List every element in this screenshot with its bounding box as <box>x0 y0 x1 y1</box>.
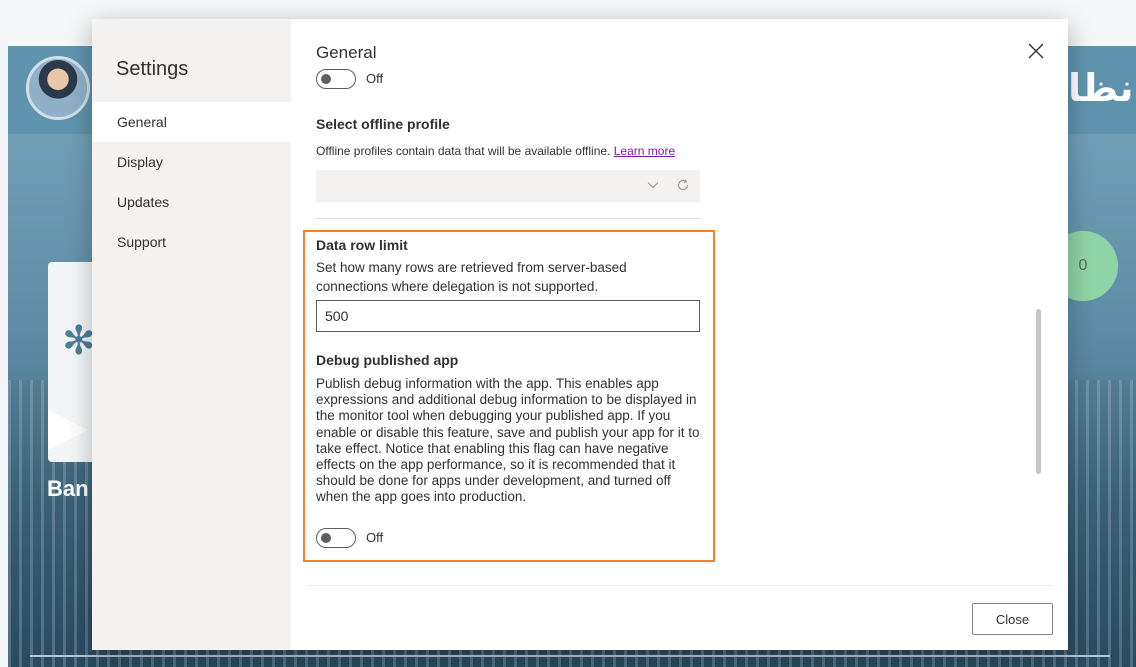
settings-content: General Off Select offline profile Offli… <box>291 19 1068 585</box>
offline-profile-description-text: Offline profiles contain data that will … <box>316 144 611 158</box>
sidebar-item-updates[interactable]: Updates <box>92 182 291 222</box>
sidebar-item-general[interactable]: General <box>92 102 291 142</box>
offline-profile-description: Offline profiles contain data that will … <box>316 144 675 158</box>
sidebar-item-support[interactable]: Support <box>92 222 291 262</box>
chevron-down-icon <box>647 182 659 189</box>
toggle-knob <box>321 533 331 543</box>
debug-toggle[interactable] <box>316 528 356 548</box>
play-icon <box>48 410 88 450</box>
avatar <box>26 56 90 120</box>
footer-divider <box>308 585 1052 586</box>
background-divider <box>30 655 1110 657</box>
offline-profile-select[interactable] <box>316 170 700 202</box>
settings-dialog: Settings General Display Updates Support… <box>92 19 1068 650</box>
toggle-knob <box>321 74 331 84</box>
data-row-limit-title: Data row limit <box>316 237 408 253</box>
page-title: General <box>316 43 377 62</box>
sidebar-item-display[interactable]: Display <box>92 142 291 182</box>
refresh-icon[interactable] <box>676 178 690 192</box>
top-toggle-label: Off <box>366 71 384 86</box>
settings-sidebar: Settings General Display Updates Support <box>92 19 291 650</box>
offline-profile-title: Select offline profile <box>316 116 450 132</box>
close-icon[interactable] <box>1026 41 1046 61</box>
top-toggle[interactable] <box>316 69 356 89</box>
section-divider <box>316 218 700 219</box>
data-row-limit-input[interactable] <box>316 300 700 332</box>
close-button[interactable]: Close <box>972 603 1053 635</box>
palm-logo-icon: ✻ <box>62 319 96 363</box>
background-app-title: نظا <box>1068 68 1134 110</box>
learn-more-link[interactable]: Learn more <box>614 144 675 158</box>
debug-published-app-description: Publish debug information with the app. … <box>316 376 700 505</box>
settings-title: Settings <box>116 58 189 80</box>
debug-published-app-title: Debug published app <box>316 352 459 368</box>
debug-toggle-label: Off <box>366 530 384 545</box>
data-row-limit-description: Set how many rows are retrieved from ser… <box>316 260 627 294</box>
scrollbar[interactable] <box>1036 309 1041 474</box>
background-brand-text: Ban <box>47 476 89 501</box>
